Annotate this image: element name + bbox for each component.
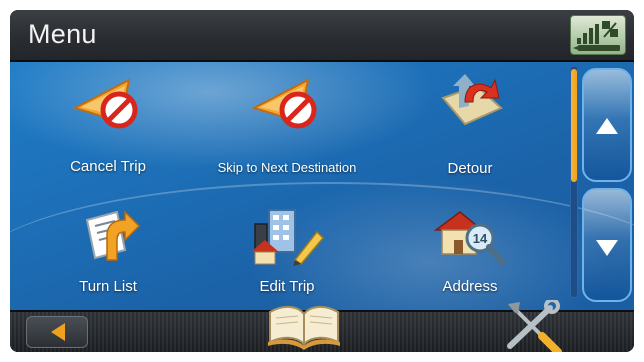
scroll-track[interactable] (570, 66, 578, 298)
address-icon: 14 (433, 211, 505, 265)
back-button[interactable] (26, 316, 88, 348)
menu-item-turn-list[interactable]: Turn List (58, 202, 158, 302)
menu-label-edit-trip: Edit Trip (259, 278, 315, 295)
edit-trip-icon (251, 209, 325, 266)
scroll-up-button[interactable] (582, 68, 632, 182)
back-arrow-icon (51, 323, 65, 341)
manual-button[interactable] (264, 294, 344, 350)
skip-destination-icon (252, 78, 317, 129)
menu-label-detour: Detour (447, 160, 493, 177)
satellite-icon (602, 21, 618, 38)
menu-item-cancel-trip[interactable]: Cancel Trip (58, 72, 158, 182)
tools-icon (507, 298, 562, 352)
battery-icon (573, 45, 620, 51)
scroll-down-button[interactable] (582, 188, 632, 302)
menu-item-skip-destination[interactable]: Skip to Next Destination (202, 72, 372, 182)
address-badge-number: 14 (473, 231, 488, 246)
menu-item-detour[interactable]: Detour (420, 72, 520, 182)
menu-label-turn-list: Turn List (79, 278, 137, 295)
menu-item-address[interactable]: 14 Address (420, 202, 520, 302)
open-book-icon (268, 306, 340, 350)
cancel-trip-icon (73, 78, 138, 129)
menu-label-cancel-trip: Cancel Trip (70, 158, 146, 175)
detour-icon (441, 74, 503, 126)
bottom-toolbar (10, 298, 634, 352)
device-screen: Menu Cancel Trip Skip to Next Destinatio… (10, 10, 634, 352)
arrow-up-icon (596, 118, 618, 134)
arrow-down-icon (596, 240, 618, 256)
header-bar: Menu (10, 10, 634, 62)
menu-panel: Cancel Trip Skip to Next Destination Det… (10, 62, 634, 310)
menu-label-skip-destination: Skip to Next Destination (217, 160, 357, 175)
menu-label-address: Address (442, 278, 498, 295)
page-title: Menu (28, 19, 97, 49)
signal-battery-icon[interactable] (570, 15, 626, 55)
menu-item-edit-trip[interactable]: Edit Trip (237, 202, 337, 302)
tools-button[interactable] (502, 298, 564, 352)
turn-list-icon (85, 210, 141, 261)
scroll-thumb[interactable] (571, 69, 577, 182)
